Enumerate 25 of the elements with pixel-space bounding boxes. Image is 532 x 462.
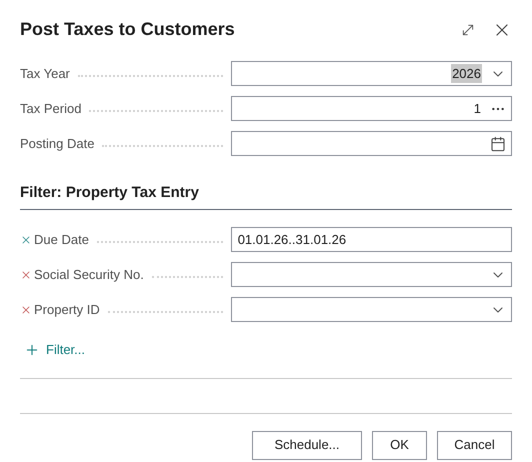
remove-filter-icon[interactable] (20, 268, 32, 280)
input-field[interactable]: 01.01.26..31.01.26 (230, 227, 512, 252)
dialog-button[interactable]: OK (372, 430, 427, 460)
field-value: 1 (472, 100, 482, 118)
field-label: Tax Period (20, 100, 82, 118)
input-field[interactable]: 2026 (230, 61, 512, 86)
field-value: 01.01.26..31.01.26 (236, 230, 348, 249)
filter-label: Property ID (34, 300, 100, 319)
field-label: Tax Year (20, 64, 70, 83)
field-label: Posting Date (20, 134, 94, 153)
filter-label: Social Security No. (34, 266, 144, 284)
dialog-button[interactable]: Cancel (437, 430, 512, 460)
add-filter-link[interactable]: Filter... (20, 340, 86, 360)
input-field[interactable]: 1 (230, 96, 512, 121)
section-title: Filter: Property Tax Entry (20, 184, 199, 201)
input-field[interactable] (230, 297, 512, 322)
calendar-icon[interactable] (490, 136, 506, 152)
remove-filter-icon[interactable] (20, 304, 32, 316)
dialog-button[interactable]: Schedule... (252, 430, 362, 460)
window-title: Post Taxes to Customers (20, 18, 235, 41)
remove-filter-icon[interactable] (20, 234, 32, 246)
filter-label: Due Date (34, 230, 89, 249)
input-field[interactable] (230, 131, 512, 156)
field-value: 2026 (451, 64, 482, 84)
input-field[interactable] (230, 262, 512, 287)
